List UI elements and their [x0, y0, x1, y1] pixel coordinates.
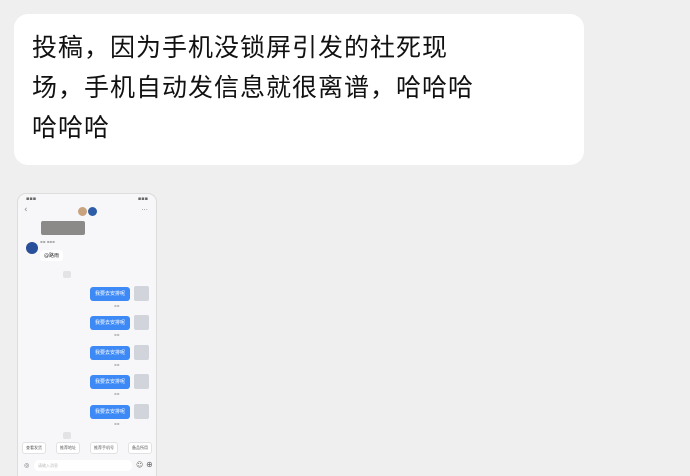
- avatar: [88, 207, 97, 216]
- status-bar-icons: ▪▪▪: [137, 196, 148, 202]
- status-bar-time: ▪▪▪: [26, 196, 37, 202]
- avatar: [134, 404, 149, 419]
- sent-message: 我要去安排呢: [90, 316, 130, 330]
- message-input[interactable]: 请输入消息: [34, 460, 132, 471]
- sender-name: ▪▪ ▪▪▪: [40, 239, 55, 244]
- avatar: [26, 242, 38, 254]
- quick-reply-chip[interactable]: 查看发货: [22, 442, 46, 454]
- read-receipt: ▪▪: [114, 332, 120, 337]
- quick-reply-chip[interactable]: 推荐手机号: [90, 442, 118, 454]
- back-icon: ‹: [24, 205, 28, 215]
- quick-reply-chip[interactable]: 推荐地址: [56, 442, 80, 454]
- read-receipt: ▪▪: [114, 391, 120, 396]
- sent-message: 我要去安排呢: [90, 405, 130, 419]
- avatar: [134, 315, 149, 330]
- read-receipt: ▪▪: [114, 303, 120, 308]
- message-line: 场，手机自动发信息就很离谱，哈哈哈: [32, 73, 475, 102]
- sent-message: 我要去安排呢: [90, 346, 130, 360]
- avatar: [134, 374, 149, 389]
- message-line: 投稿，因为手机没锁屏引发的社死现: [32, 33, 449, 62]
- chat-bubble-text: 投稿，因为手机没锁屏引发的社死现 场，手机自动发信息就很离谱，哈哈哈 哈哈哈: [14, 14, 584, 165]
- avatar: [134, 286, 149, 301]
- more-icon: ···: [141, 206, 148, 214]
- shared-photo: [41, 221, 85, 235]
- timestamp-pill: [63, 432, 71, 439]
- timestamp-pill: [63, 271, 71, 278]
- sent-message: 我要去安排呢: [90, 287, 130, 301]
- message-line: 哈哈哈: [32, 113, 111, 142]
- sent-message: 我要去安排呢: [90, 375, 130, 389]
- quick-reply-chip[interactable]: 备品所用: [128, 442, 152, 454]
- read-receipt: ▪▪: [114, 362, 120, 367]
- chat-image-thumbnail[interactable]: ▪▪▪ ▪▪▪ ‹ ··· ▪▪ ▪▪▪ @路雨 我要去安排呢 ▪▪ 我要去安排…: [17, 193, 157, 476]
- quick-reply-bar: 查看发货 推荐地址 推荐手机号 备品所用: [22, 442, 154, 454]
- read-receipt: ▪▪: [114, 421, 120, 426]
- avatar: [78, 207, 87, 216]
- voice-icon[interactable]: ◎: [24, 462, 29, 469]
- received-message: @路雨: [40, 250, 64, 261]
- avatar: [134, 345, 149, 360]
- emoji-icon[interactable]: ☺: [136, 461, 143, 469]
- plus-icon[interactable]: ⊕: [146, 460, 153, 469]
